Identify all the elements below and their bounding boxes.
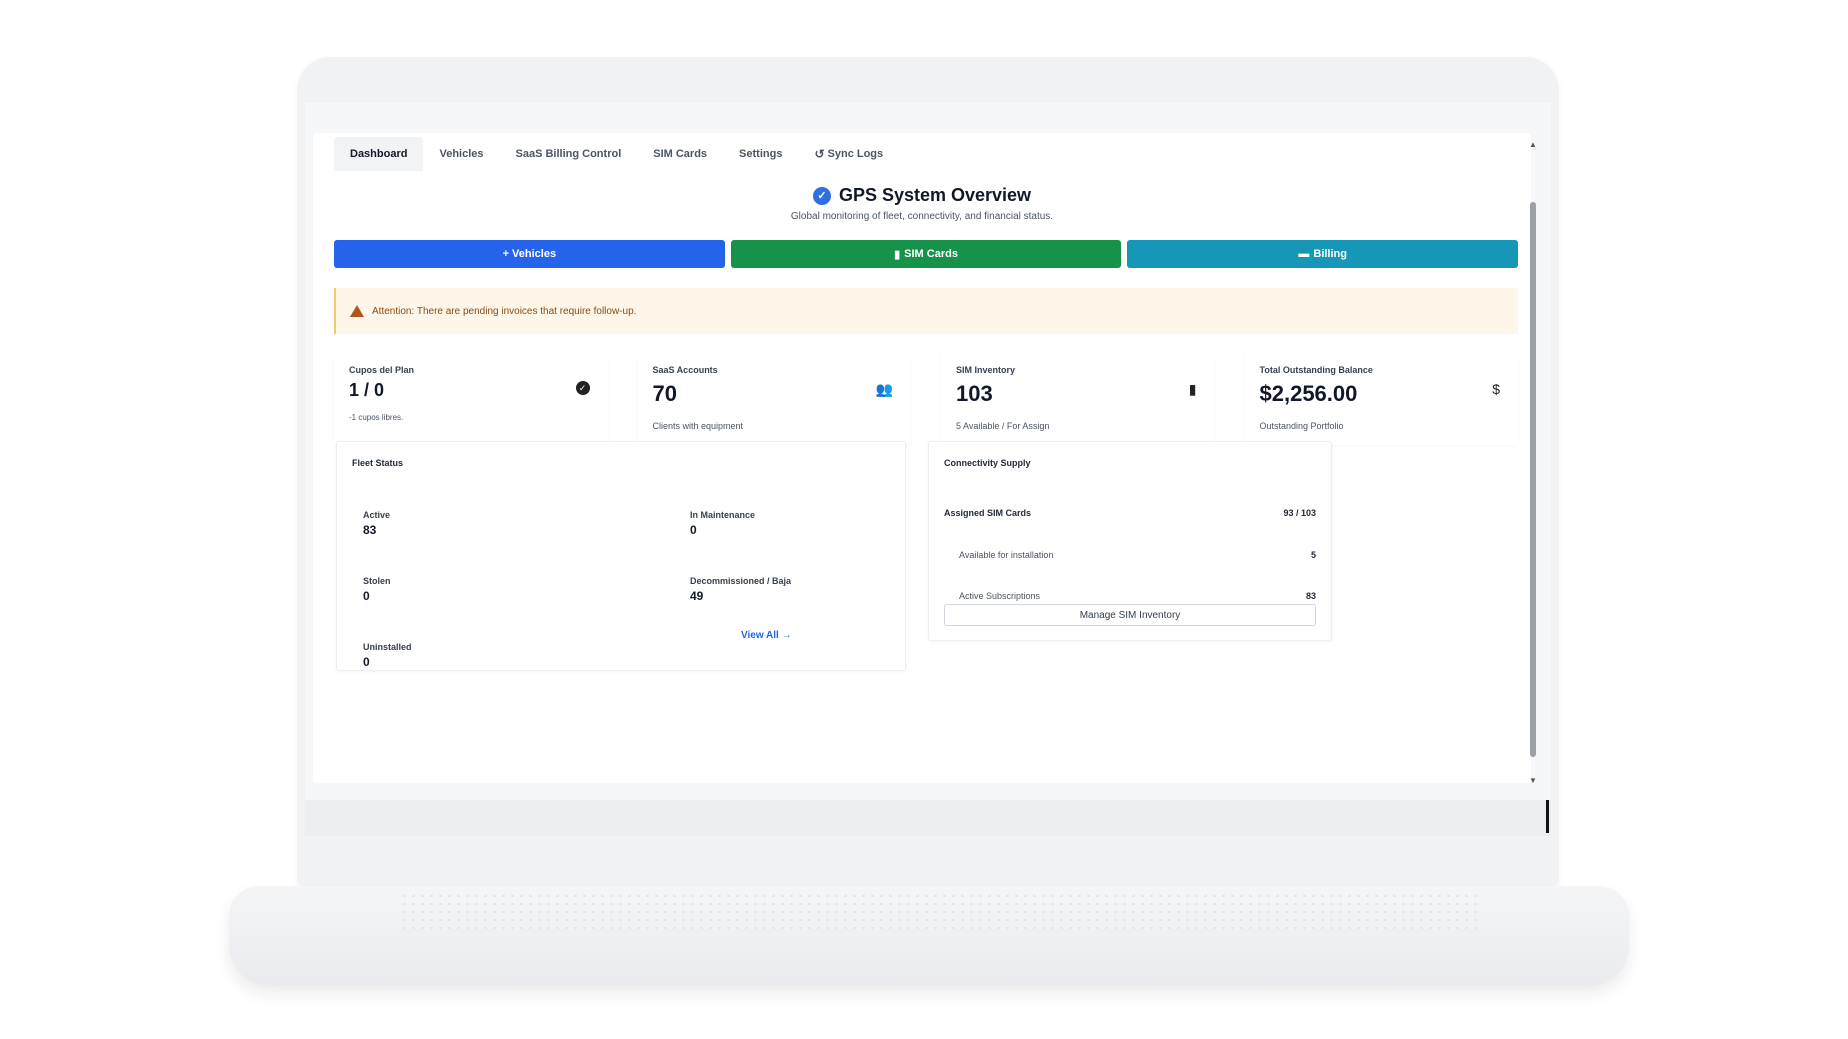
tab-label: Sync Logs — [827, 148, 884, 160]
tab-bar: Dashboard Vehicles SaaS Billing Control … — [334, 137, 899, 171]
fleet-value: 0 — [363, 589, 370, 603]
fleet-status-panel: Fleet Status Active 83 In Maintenance 0 … — [336, 441, 906, 671]
billing-button[interactable]: ▬ Billing — [1127, 240, 1519, 268]
fleet-value: 0 — [690, 523, 697, 537]
dollar-icon: $ — [1492, 381, 1500, 397]
scroll-down-arrow-icon[interactable]: ▼ — [1529, 776, 1537, 785]
stat-value: 70 — [652, 381, 677, 406]
vehicles-button[interactable]: + Vehicles — [334, 240, 725, 268]
history-icon: ↺ — [814, 147, 825, 161]
tab-sim-cards[interactable]: SIM Cards — [637, 137, 723, 171]
users-icon: 👥 — [875, 381, 893, 397]
fleet-label: Uninstalled — [363, 642, 412, 652]
app-window: Dashboard Vehicles SaaS Billing Control … — [313, 133, 1531, 783]
fleet-label: In Maintenance — [690, 510, 756, 520]
vertical-scrollbar[interactable]: ▲ ▼ — [1527, 140, 1539, 785]
compass-icon: ✓ — [812, 186, 831, 205]
fleet-stat-stolen: Stolen 0 — [363, 576, 391, 603]
billing-button-label: Billing — [1313, 248, 1347, 260]
row-label: Assigned SIM Cards — [944, 508, 1032, 518]
compass-icon: ✓ — [575, 381, 590, 395]
sim-cards-button[interactable]: ▮ SIM Cards — [730, 240, 1122, 268]
sim-card-icon: ▮ — [894, 248, 901, 261]
stat-label: Cupos del Plan — [349, 365, 415, 375]
stat-cards: Cupos del Plan 1 / 0 -1 cupos libres. ✓ … — [334, 353, 1518, 445]
stat-subtext: Clients with equipment — [652, 421, 744, 431]
tab-label: Dashboard — [350, 148, 408, 160]
fleet-stat-decommissioned: Decommissioned / Baja 49 — [690, 576, 791, 603]
page-title: GPS System Overview — [838, 185, 1032, 205]
vehicles-button-label: + Vehicles — [502, 248, 557, 260]
scroll-up-arrow-icon[interactable]: ▲ — [1529, 140, 1537, 149]
tab-label: Settings — [739, 148, 783, 160]
scrollbar-thumb[interactable] — [1530, 202, 1536, 757]
stat-card-saas-accounts: SaaS Accounts 70 Clients with equipment … — [637, 353, 911, 445]
credit-card-icon: ▬ — [1298, 248, 1310, 260]
tab-sync-logs[interactable]: ↺ Sync Logs — [798, 137, 899, 171]
stat-card-sim-inventory: SIM Inventory 103 5 Available / For Assi… — [941, 353, 1215, 445]
quick-actions: + Vehicles ▮ SIM Cards ▬ Billing — [334, 240, 1519, 268]
stat-card-outstanding-balance: Total Outstanding Balance $2,256.00 Outs… — [1244, 353, 1518, 445]
tab-dashboard[interactable]: Dashboard — [334, 137, 424, 171]
row-value: 5 — [1310, 550, 1316, 560]
fleet-label: Active — [363, 510, 391, 520]
row-label: Active Subscriptions — [959, 591, 1041, 601]
view-all-link[interactable]: View All → — [741, 630, 792, 641]
fleet-value: 0 — [363, 655, 370, 669]
sim-card-icon: ▮ — [1188, 381, 1197, 397]
stat-value: 1 / 0 — [349, 380, 385, 400]
tab-label: Vehicles — [439, 148, 484, 160]
page-subtitle: Global monitoring of fleet, connectivity… — [790, 211, 1054, 222]
laptop-bezel — [305, 800, 1551, 836]
tab-label: SIM Cards — [653, 148, 708, 160]
pending-invoices-alert: Attention: There are pending invoices th… — [334, 288, 1518, 334]
tab-label: SaaS Billing Control — [515, 148, 622, 160]
fleet-stat-uninstalled: Uninstalled 0 — [363, 642, 412, 669]
active-subscriptions-row: Active Subscriptions 83 — [944, 591, 1316, 601]
page-header: ✓ GPS System Overview Global monitoring … — [313, 185, 1531, 222]
warning-icon — [350, 305, 364, 317]
fleet-stat-in-maintenance: In Maintenance 0 — [690, 510, 755, 537]
sim-cards-button-label: SIM Cards — [904, 248, 958, 260]
stat-label: SIM Inventory — [956, 365, 1016, 375]
fleet-value: 83 — [363, 523, 377, 537]
manage-sim-inventory-button[interactable]: Manage SIM Inventory — [944, 604, 1316, 626]
fleet-stat-active: Active 83 — [363, 510, 390, 537]
assigned-sim-row: Assigned SIM Cards 93 / 103 — [944, 508, 1316, 518]
panel-title: Fleet Status — [352, 458, 404, 468]
keyboard-texture — [400, 892, 1480, 930]
laptop-screen: Dashboard Vehicles SaaS Billing Control … — [305, 103, 1551, 800]
available-installation-row: Available for installation 5 — [944, 550, 1316, 560]
stat-value: 103 — [956, 381, 993, 406]
row-label: Available for installation — [959, 550, 1054, 560]
tab-vehicles[interactable]: Vehicles — [423, 137, 499, 171]
stat-value: $2,256.00 — [1259, 381, 1358, 406]
stat-subtext: 5 Available / For Assign — [956, 421, 1050, 431]
alert-text: Attention: There are pending invoices th… — [372, 305, 637, 317]
stat-subtext: -1 cupos libres. — [349, 413, 404, 422]
connectivity-supply-panel: Connectivity Supply Assigned SIM Cards 9… — [928, 441, 1332, 641]
fleet-label: Decommissioned / Baja — [690, 576, 792, 586]
panel-title: Connectivity Supply — [944, 458, 1031, 468]
stat-label: Total Outstanding Balance — [1259, 365, 1373, 375]
stat-subtext: Outstanding Portfolio — [1259, 421, 1344, 431]
row-value: 93 / 103 — [1283, 508, 1316, 518]
fleet-value: 49 — [690, 589, 704, 603]
tab-saas-billing-control[interactable]: SaaS Billing Control — [500, 137, 638, 171]
row-value: 83 — [1305, 591, 1316, 601]
fleet-label: Stolen — [363, 576, 391, 586]
stat-label: SaaS Accounts — [652, 365, 718, 375]
stat-card-plan-slots: Cupos del Plan 1 / 0 -1 cupos libres. ✓ — [334, 353, 608, 445]
tab-settings[interactable]: Settings — [723, 137, 798, 171]
